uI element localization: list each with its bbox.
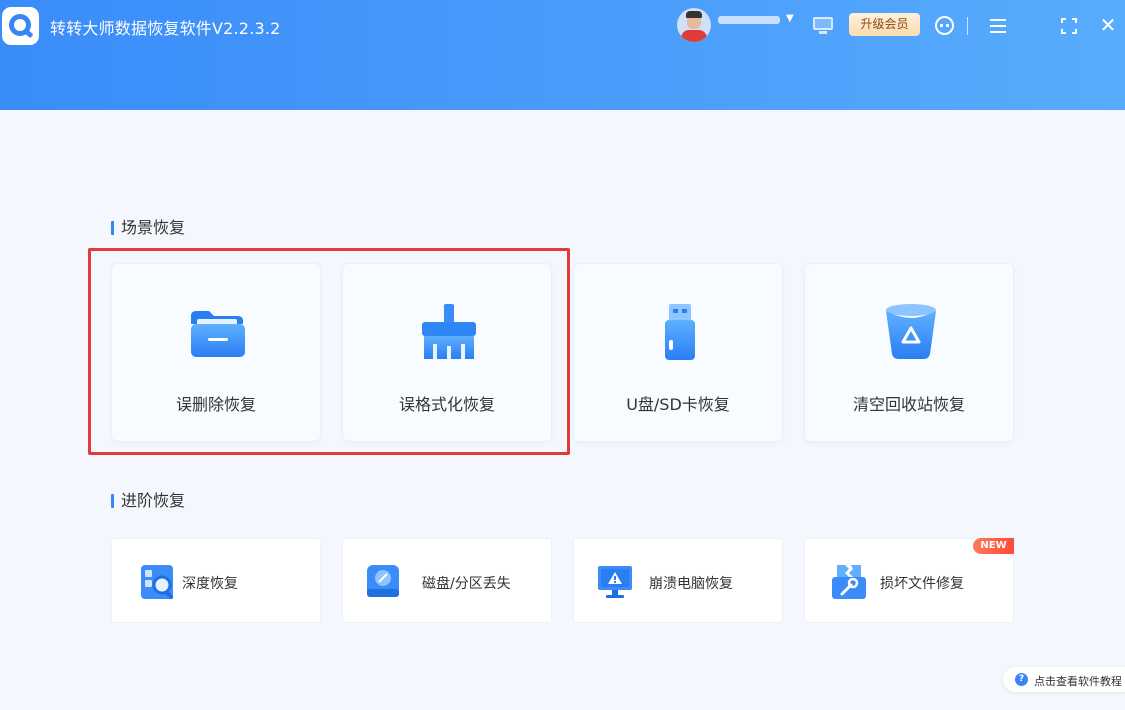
tutorial-link-label: 点击查看软件教程 (1034, 675, 1122, 688)
app-logo-icon (2, 7, 39, 45)
adv-card-label: 磁盘/分区丢失 (422, 576, 511, 592)
scene-card-format-recovery[interactable]: 误格式化恢复 (342, 263, 552, 442)
app-title: 转转大师数据恢复软件V2.2.3.2 (50, 19, 281, 38)
adv-card-disk-partition-loss[interactable]: 磁盘/分区丢失 (342, 538, 552, 623)
crashed-pc-icon (598, 566, 632, 598)
upgrade-vip-button[interactable]: 升级会员 (849, 13, 920, 36)
scene-card-usb-sd-recovery[interactable]: U盘/SD卡恢复 (573, 263, 783, 442)
advanced-recovery-heading: 进阶恢复 (111, 492, 185, 510)
recycle-bin-icon (886, 304, 936, 359)
adv-card-label: 损坏文件修复 (880, 576, 964, 592)
scene-card-label: 误删除恢复 (175, 395, 256, 414)
customer-support-icon[interactable] (935, 16, 954, 35)
deep-scan-icon (141, 565, 174, 600)
monitor-icon[interactable] (813, 17, 833, 36)
user-menu-caret-icon[interactable]: ▼ (786, 13, 794, 24)
username-redacted[interactable] (718, 16, 780, 24)
title-bar: 转转大师数据恢复软件V2.2.3.2 ▼ 升级会员 ✕ (0, 0, 1125, 110)
scene-card-label: U盘/SD卡恢复 (626, 395, 730, 414)
usb-drive-icon (665, 304, 695, 360)
adv-card-crashed-pc-recovery[interactable]: 崩溃电脑恢复 (573, 538, 783, 623)
new-badge: NEW (973, 538, 1014, 554)
file-repair-icon (832, 565, 866, 599)
scene-card-deleted-recovery[interactable]: 误删除恢复 (111, 263, 321, 442)
tutorial-help-link[interactable]: ? 点击查看软件教程 (1003, 667, 1125, 692)
close-icon[interactable]: ✕ (1099, 15, 1117, 35)
fullscreen-icon[interactable] (1061, 18, 1077, 34)
folder-icon (191, 311, 245, 357)
broom-icon (422, 304, 476, 359)
menu-icon[interactable] (990, 19, 1006, 33)
disk-icon (367, 565, 399, 597)
scene-recovery-heading: 场景恢复 (111, 219, 185, 237)
adv-card-label: 深度恢复 (182, 576, 238, 592)
scene-card-recycle-bin-recovery[interactable]: 清空回收站恢复 (804, 263, 1014, 442)
titlebar-divider (967, 17, 968, 35)
scene-card-label: 误格式化恢复 (398, 395, 495, 414)
adv-card-label: 崩溃电脑恢复 (649, 576, 733, 592)
adv-card-deep-recovery[interactable]: 深度恢复 (111, 538, 321, 623)
user-avatar[interactable] (677, 8, 711, 42)
question-icon: ? (1015, 673, 1028, 686)
scene-card-label: 清空回收站恢复 (852, 395, 965, 414)
